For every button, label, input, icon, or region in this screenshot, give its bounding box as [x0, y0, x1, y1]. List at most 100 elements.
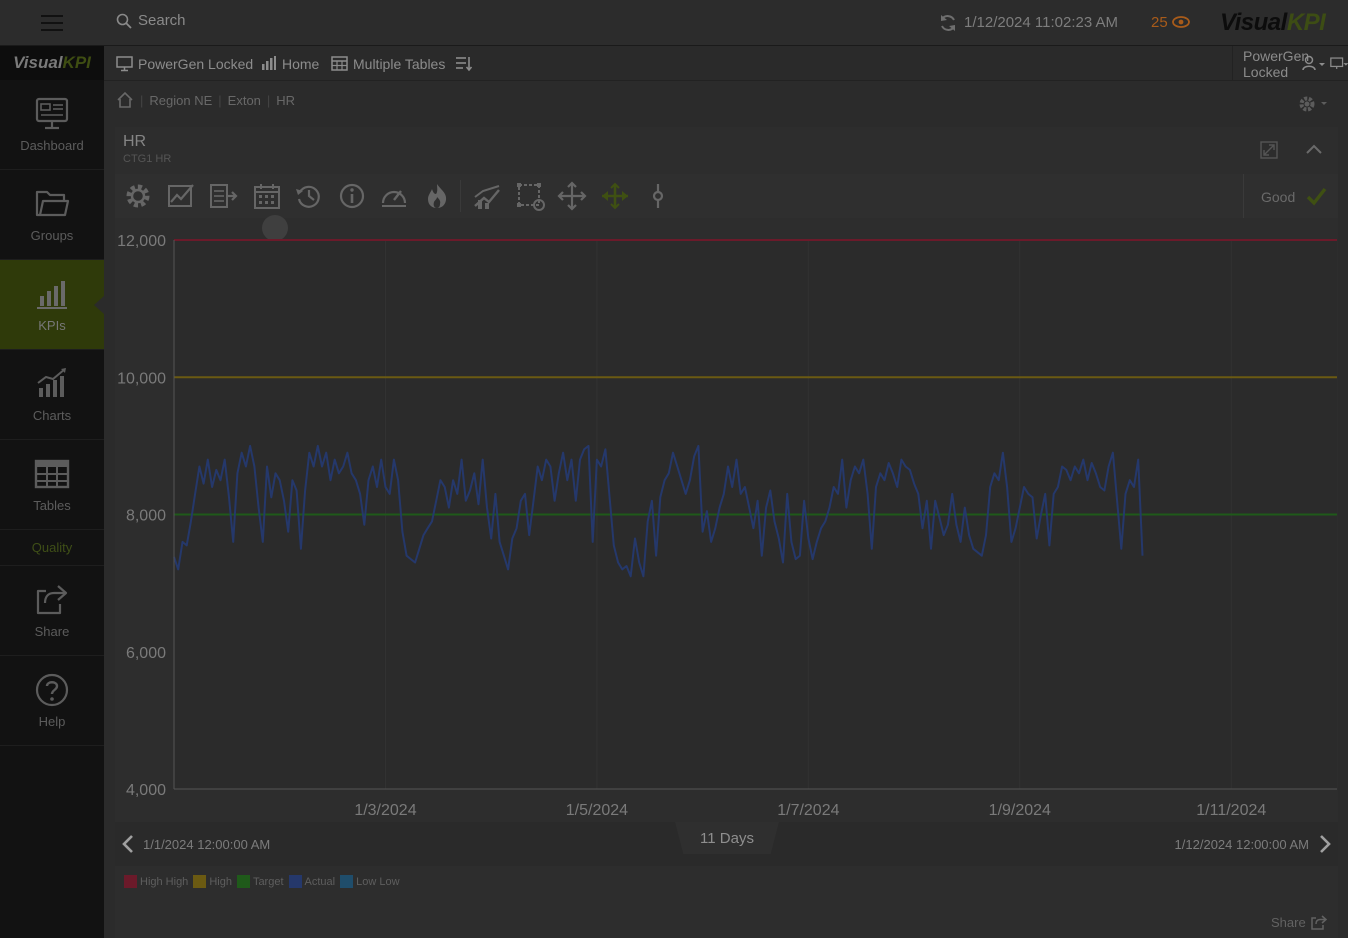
nav-link-home[interactable]: Home — [260, 46, 319, 81]
user-icon — [1302, 55, 1325, 71]
alert-count-badge[interactable]: 25 — [1151, 14, 1168, 31]
search-icon — [116, 13, 132, 29]
refresh-icon[interactable] — [938, 13, 958, 33]
eye-icon[interactable] — [1172, 15, 1190, 29]
sidebar-item-help[interactable]: Help — [0, 656, 104, 746]
sidebar-logo: Visual KPI — [0, 46, 104, 80]
pan-horizontal-icon[interactable] — [600, 181, 630, 211]
settings-icon[interactable] — [123, 181, 153, 211]
legend-swatch — [340, 875, 354, 888]
pan-icon[interactable] — [557, 181, 587, 211]
sidebar-item-label: Groups — [30, 228, 74, 243]
time-range-start[interactable]: 1/1/2024 12:00:00 AM — [143, 837, 270, 852]
time-range-end[interactable]: 1/12/2024 12:00:00 AM — [1175, 837, 1309, 852]
search-placeholder: Search — [138, 12, 186, 29]
y-tick-label: 10,000 — [117, 370, 166, 387]
home-icon[interactable] — [116, 91, 134, 109]
legend-item[interactable]: Target — [236, 875, 284, 888]
sidebar-item-label: Help — [38, 714, 66, 729]
breadcrumb-separator: | — [140, 92, 144, 108]
nav-link-label: PowerGen Locked — [138, 55, 254, 72]
breadcrumb-item[interactable]: Exton — [228, 93, 261, 108]
monitor-dropdown-icon — [1329, 57, 1348, 69]
history-icon[interactable] — [294, 181, 324, 211]
user-menu-button[interactable] — [1300, 46, 1328, 81]
sidebar-item-charts[interactable]: Charts — [0, 350, 104, 440]
x-tick-label: 1/11/2024 — [1196, 802, 1266, 819]
chart-toolbar: Good — [115, 174, 1338, 218]
settings-gear-icon[interactable] — [1297, 94, 1329, 114]
sidebar-item-share[interactable]: Share — [0, 566, 104, 656]
sort-icon — [456, 57, 472, 72]
nav-link-powergen-locked[interactable]: PowerGen Locked — [116, 46, 253, 81]
sidebar-item-groups[interactable]: Groups — [0, 170, 104, 260]
breadcrumb-separator: | — [218, 92, 222, 108]
calendar-icon[interactable] — [252, 181, 282, 211]
expand-icon[interactable] — [1260, 141, 1278, 159]
breadcrumb-item[interactable]: Region NE — [149, 93, 212, 108]
dashboard-icon — [35, 97, 69, 130]
legend-item[interactable]: High — [193, 875, 232, 888]
breadcrumb-separator: | — [266, 92, 271, 108]
sidebar-item-tables[interactable]: Tables — [0, 440, 104, 530]
legend-swatch — [124, 875, 137, 888]
table-icon — [34, 459, 70, 489]
sidebar-section-quality[interactable]: Quality — [0, 530, 104, 566]
fire-icon[interactable] — [422, 181, 452, 211]
legend-label: Actual — [304, 875, 336, 888]
search-box[interactable]: Search — [116, 12, 186, 29]
cursor-marker-icon[interactable] — [643, 181, 673, 211]
export-icon[interactable] — [208, 181, 238, 211]
share-link[interactable]: Share — [1271, 914, 1327, 930]
hamburger-menu-button[interactable] — [0, 0, 104, 46]
layout-dropdown[interactable]: PowerGen Locked — [1243, 46, 1348, 81]
y-tick-label: 6,000 — [126, 645, 166, 662]
legend-swatch — [288, 875, 302, 888]
sort-button[interactable] — [455, 46, 472, 81]
chart-edit-icon[interactable] — [166, 181, 196, 211]
select-region-icon[interactable] — [515, 181, 545, 211]
folder-icon — [35, 190, 70, 217]
legend-label: High — [209, 875, 232, 888]
sidebar-item-label: KPIs — [38, 318, 66, 333]
last-updated-timestamp: 1/12/2024 11:02:23 AM — [964, 14, 1119, 31]
legend-item[interactable]: Low Low — [340, 875, 400, 888]
panel-subtitle: CTG1 HR — [123, 153, 172, 165]
y-tick-label: 8,000 — [126, 508, 166, 525]
brand-logo: VisualKPI — [1220, 9, 1326, 36]
sidebar-item-label: Dashboard — [20, 138, 84, 153]
x-tick-label: 1/3/2024 — [354, 802, 416, 819]
sidebar: Visual KPI Dashboard Groups KPIs Charts … — [0, 46, 104, 938]
share-icon — [36, 585, 68, 615]
status-indicator: Good — [1243, 174, 1338, 218]
chevron-right-icon[interactable] — [1318, 834, 1332, 854]
sidebar-item-label: Charts — [32, 408, 72, 423]
breadcrumb-item[interactable]: HR — [276, 93, 295, 108]
chevron-left-icon[interactable] — [121, 834, 135, 854]
status-text: Good — [1261, 189, 1296, 205]
legend-swatch — [193, 875, 207, 888]
sidebar-item-dashboard[interactable]: Dashboard — [0, 80, 104, 170]
duration-tab[interactable]: 11 Days — [675, 822, 779, 854]
sidebar-item-label: Tables — [33, 498, 71, 513]
x-tick-label: 1/5/2024 — [566, 802, 628, 819]
sidebar-item-label: Share — [34, 624, 70, 639]
bar-chart-icon — [262, 56, 276, 70]
toolbar-divider — [460, 180, 461, 212]
help-icon — [35, 673, 69, 707]
legend-item[interactable]: Actual — [288, 875, 336, 888]
nav-link-label: Multiple Tables — [353, 55, 446, 72]
legend-label: Low Low — [356, 875, 400, 888]
table-icon — [331, 56, 348, 71]
nav-link-multiple-tables[interactable]: Multiple Tables — [331, 46, 445, 81]
chevron-up-icon[interactable] — [1305, 142, 1323, 156]
layout-selector: PowerGen Locked — [1232, 46, 1348, 81]
time-navigator: 1/1/2024 12:00:00 AM 11 Days 1/12/2024 1… — [115, 822, 1338, 866]
trend-chart[interactable]: 12,000 10,000 8,000 6,000 4,000 1/3/2024 1/5/2… — [104, 222, 1342, 822]
info-icon[interactable] — [337, 181, 367, 211]
trend-compare-icon[interactable] — [472, 181, 502, 211]
gauge-icon[interactable] — [379, 181, 409, 211]
panel-title: HR — [123, 133, 147, 150]
legend-item[interactable]: High High — [124, 875, 188, 888]
sidebar-item-kpis[interactable]: KPIs — [0, 260, 104, 350]
